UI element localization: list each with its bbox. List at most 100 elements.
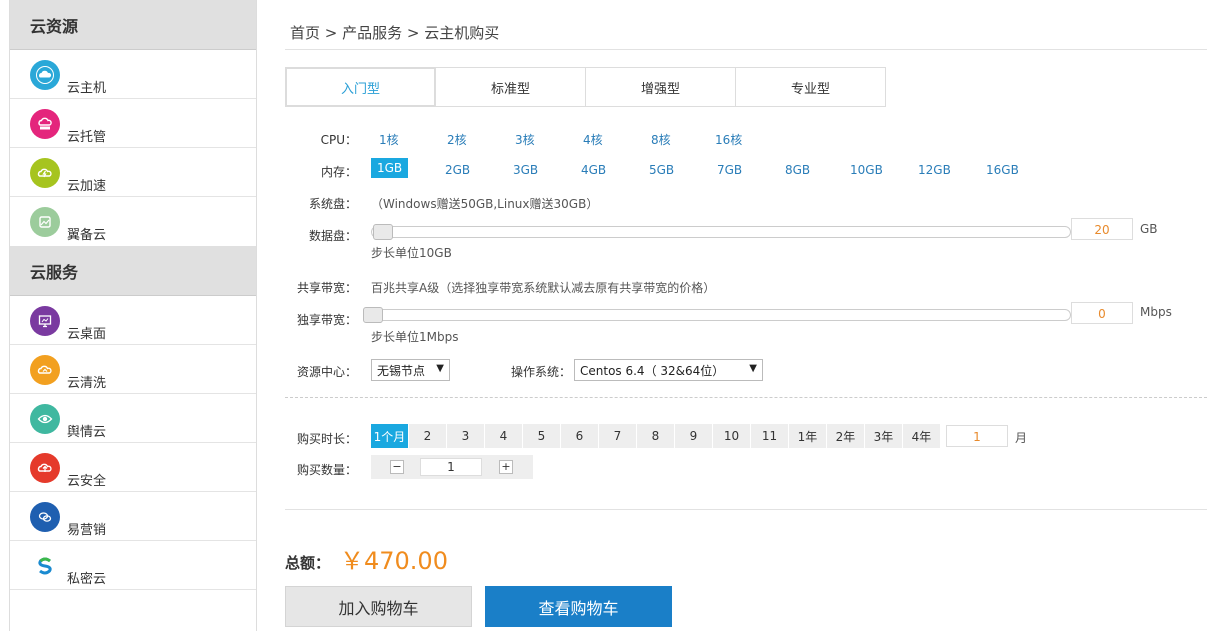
duration-option-9[interactable]: 9 <box>675 424 713 448</box>
duration-option-6[interactable]: 6 <box>561 424 599 448</box>
sidebar-item-label: 云桌面 <box>67 327 107 342</box>
memory-option-16gb[interactable]: 16GB <box>986 163 1019 177</box>
duration-option-2-year[interactable]: 2年 <box>827 424 865 448</box>
data-disk-slider-handle[interactable] <box>373 224 393 240</box>
dedicated-bandwidth-input[interactable]: 0 <box>1071 302 1133 324</box>
os-value: Centos 6.4（ 32&64位） <box>580 363 725 378</box>
total-price: ￥470.00 <box>340 547 448 575</box>
memory-option-7gb[interactable]: 7GB <box>717 163 742 177</box>
duration-option-10[interactable]: 10 <box>713 424 751 448</box>
cloud-lightning-icon <box>30 158 60 188</box>
breadcrumb-divider <box>285 49 1207 50</box>
memory-option-10gb[interactable]: 10GB <box>850 163 883 177</box>
tab-standard[interactable]: 标准型 <box>435 67 586 107</box>
duration-option-1-month[interactable]: 1个月 <box>371 424 409 448</box>
memory-option-4gb[interactable]: 4GB <box>581 163 606 177</box>
duration-unit: 月 <box>1015 431 1028 445</box>
resource-center-label: 资源中心： <box>296 365 357 379</box>
quantity-decrement-button[interactable]: − <box>390 460 404 474</box>
total-divider <box>285 509 1207 510</box>
memory-option-5gb[interactable]: 5GB <box>649 163 674 177</box>
sidebar-item-cloud-cleaning[interactable]: 云清洗 <box>10 345 256 394</box>
duration-option-1-year[interactable]: 1年 <box>789 424 827 448</box>
sidebar-item-label: 云清洗 <box>67 376 107 391</box>
duration-option-7[interactable]: 7 <box>599 424 637 448</box>
sidebar-item-cloud-desktop[interactable]: 云桌面 <box>10 296 256 345</box>
quantity-stepper: − 1 + <box>371 455 533 479</box>
resource-center-select[interactable]: 无锡节点 ▼ <box>371 359 450 381</box>
cloud-icon <box>30 60 60 90</box>
duration-option-4[interactable]: 4 <box>485 424 523 448</box>
resource-center-value: 无锡节点 <box>377 363 426 378</box>
sidebar-item-backup-cloud[interactable]: 翼备云 <box>10 197 256 246</box>
cloud-upload-icon <box>30 109 60 139</box>
total-label: 总额： <box>285 554 331 572</box>
sidebar-item-label: 云主机 <box>67 81 107 96</box>
section-divider <box>285 397 1207 398</box>
data-disk-unit: GB <box>1140 222 1158 236</box>
s-logo-icon <box>30 551 60 581</box>
dedicated-bandwidth-slider-handle[interactable] <box>363 307 383 323</box>
dedicated-bandwidth-step: 步长单位1Mbps <box>371 330 459 344</box>
sidebar-item-easy-marketing[interactable]: 易营销 <box>10 492 256 541</box>
memory-option-8gb[interactable]: 8GB <box>785 163 810 177</box>
os-label: 操作系统： <box>510 365 571 379</box>
cpu-option-1[interactable]: 1核 <box>379 131 399 148</box>
memory-option-3gb[interactable]: 3GB <box>513 163 538 177</box>
dedicated-bandwidth-label: 独享带宽： <box>296 313 357 327</box>
quantity-label: 购买数量： <box>296 463 357 477</box>
quantity-increment-button[interactable]: + <box>499 460 513 474</box>
dedicated-bandwidth-unit: Mbps <box>1140 305 1172 319</box>
sidebar-item-label: 私密云 <box>67 572 107 587</box>
memory-option-12gb[interactable]: 12GB <box>918 163 951 177</box>
dedicated-bandwidth-slider[interactable] <box>371 309 1071 321</box>
cpu-option-8[interactable]: 8核 <box>651 131 671 148</box>
duration-options: 1个月 2 3 4 5 6 7 8 9 10 11 1年 2年 3年 4年 <box>371 424 941 448</box>
duration-option-2[interactable]: 2 <box>409 424 447 448</box>
quantity-input[interactable]: 1 <box>420 458 482 476</box>
sidebar-item-cloud-hosting[interactable]: 云托管 <box>10 99 256 148</box>
tab-enhanced[interactable]: 增强型 <box>585 67 736 107</box>
cpu-option-3[interactable]: 3核 <box>515 131 535 148</box>
sidebar-item-public-opinion-cloud[interactable]: 舆情云 <box>10 394 256 443</box>
data-disk-step: 步长单位10GB <box>371 246 452 260</box>
cpu-option-16[interactable]: 16核 <box>715 131 742 148</box>
cpu-label: CPU： <box>320 133 357 147</box>
sidebar-item-label: 云安全 <box>67 474 107 489</box>
sidebar: 云资源 云主机 云托管 云加速 翼备云 云服务 云桌面 云清洗 舆情云 云安全 … <box>9 0 257 631</box>
memory-option-1gb[interactable]: 1GB <box>371 158 409 178</box>
sidebar-item-cloud-security[interactable]: 云安全 <box>10 443 256 492</box>
tab-professional[interactable]: 专业型 <box>735 67 886 107</box>
shared-bandwidth-note: 百兆共享A级（选择独享带宽系统默认减去原有共享带宽的价格） <box>371 281 716 295</box>
duration-option-3[interactable]: 3 <box>447 424 485 448</box>
data-disk-slider[interactable] <box>371 226 1071 238</box>
shield-upload-icon <box>30 453 60 483</box>
tab-starter[interactable]: 入门型 <box>285 67 436 107</box>
duration-label: 购买时长： <box>296 432 357 446</box>
sidebar-item-cloud-acceleration[interactable]: 云加速 <box>10 148 256 197</box>
sidebar-item-cloud-host[interactable]: 云主机 <box>10 50 256 99</box>
dropdown-arrow-icon: ▼ <box>436 363 444 374</box>
duration-input[interactable]: 1 <box>946 425 1008 447</box>
sidebar-section-title-cloud-services: 云服务 <box>10 246 256 296</box>
add-to-cart-button[interactable]: 加入购物车 <box>285 586 472 627</box>
memory-option-2gb[interactable]: 2GB <box>445 163 470 177</box>
duration-option-3-year[interactable]: 3年 <box>865 424 903 448</box>
data-disk-input[interactable]: 20 <box>1071 218 1133 240</box>
duration-option-4-year[interactable]: 4年 <box>903 424 941 448</box>
duration-option-8[interactable]: 8 <box>637 424 675 448</box>
data-disk-label: 数据盘： <box>308 229 357 243</box>
backup-icon <box>30 207 60 237</box>
cpu-option-4[interactable]: 4核 <box>583 131 603 148</box>
view-cart-button[interactable]: 查看购物车 <box>485 586 672 627</box>
sidebar-item-label: 云加速 <box>67 179 107 194</box>
system-disk-label: 系统盘： <box>308 197 357 211</box>
duration-option-5[interactable]: 5 <box>523 424 561 448</box>
sidebar-item-label: 易营销 <box>67 523 107 538</box>
sidebar-item-label: 舆情云 <box>67 425 107 440</box>
memory-label: 内存： <box>320 165 357 179</box>
sidebar-item-private-cloud[interactable]: 私密云 <box>10 541 256 590</box>
duration-option-11[interactable]: 11 <box>751 424 789 448</box>
cpu-option-2[interactable]: 2核 <box>447 131 467 148</box>
os-select[interactable]: Centos 6.4（ 32&64位） ▼ <box>574 359 763 381</box>
